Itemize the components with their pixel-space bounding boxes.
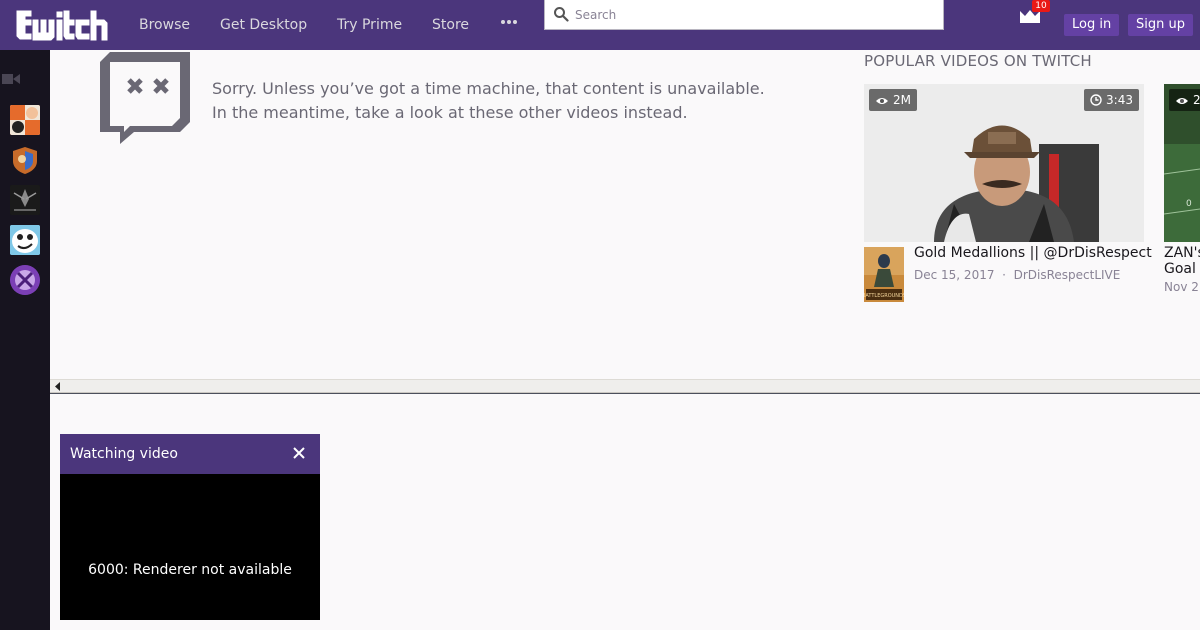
nav-browse-link[interactable]: Browse [139, 0, 190, 50]
video-title[interactable]: Gold Medallions || @DrDisRespect [914, 245, 1152, 261]
svg-text:0: 0 [1186, 199, 1192, 209]
video-channel-link[interactable]: DrDisRespectLIVE [1014, 268, 1121, 282]
left-rail [0, 50, 50, 630]
nav-try-prime-link[interactable]: Try Prime [337, 0, 402, 50]
video-meta: Dec 15, 2017 · DrDisRespectLIVE [914, 268, 1120, 282]
error-line-1: Sorry. Unless you’ve got a time machine,… [212, 79, 765, 98]
error-message: Sorry. Unless you’ve got a time machine,… [212, 77, 765, 125]
top-navigation-bar: Browse Get Desktop Try Prime Store 10 Lo… [0, 0, 1200, 50]
clock-icon [1090, 94, 1102, 106]
views-count: 2 [1193, 93, 1200, 107]
video-date: Dec 15, 2017 [914, 268, 995, 282]
video-camera-icon[interactable] [2, 72, 20, 86]
prime-notification-badge: 10 [1032, 0, 1050, 12]
video-date: Nov 2 [1164, 280, 1199, 294]
video-title[interactable]: ZAN's [1164, 245, 1200, 261]
mini-player-title: Watching video [70, 446, 178, 462]
nav-get-desktop-link[interactable]: Get Desktop [220, 0, 307, 50]
channel-avatar[interactable] [10, 185, 40, 215]
twitch-logo[interactable] [14, 7, 110, 43]
channel-avatar[interactable] [10, 225, 40, 255]
search-input[interactable] [575, 5, 935, 25]
section-divider [50, 393, 1200, 394]
video-duration: 3:43 [1106, 93, 1133, 107]
views-pill: 2 [1169, 89, 1200, 111]
glitch-error-icon [100, 52, 190, 144]
search-icon [554, 7, 569, 22]
player-error-message: 6000: Renderer not available [88, 562, 292, 578]
game-box-art[interactable]: BATTLEGROUNDS [864, 247, 904, 302]
more-dots-icon[interactable] [499, 12, 519, 32]
search-box [544, 0, 944, 30]
sign-up-button[interactable]: Sign up [1128, 14, 1193, 36]
meta-separator: · [998, 268, 1010, 282]
battlegrounds-box-art-image: BATTLEGROUNDS [864, 247, 904, 302]
error-line-2: In the meantime, take a look at these ot… [212, 103, 688, 122]
eye-icon [876, 98, 888, 104]
views-count: 2M [893, 93, 911, 107]
channel-avatar[interactable] [10, 265, 40, 295]
popular-videos-heading: POPULAR VIDEOS ON TWITCH [864, 52, 1092, 70]
nav-store-link[interactable]: Store [432, 0, 469, 50]
mini-player-header: Watching video [60, 434, 320, 474]
duration-pill: 3:43 [1084, 89, 1139, 111]
video-thumbnail[interactable]: 2M 3:43 [864, 84, 1144, 242]
log-in-button[interactable]: Log in [1064, 14, 1120, 36]
eye-icon [1176, 98, 1188, 104]
views-pill: 2M [869, 89, 917, 111]
channel-avatar[interactable] [10, 145, 40, 175]
mini-player[interactable]: Watching video 6000: Renderer not availa… [60, 434, 320, 620]
close-icon[interactable] [291, 445, 307, 461]
svg-text:BATTLEGROUNDS: BATTLEGROUNDS [864, 293, 904, 299]
video-thumbnail[interactable]: 0 2 [1164, 84, 1200, 242]
scroll-left-arrow-icon[interactable] [54, 382, 62, 391]
video-title-line-2[interactable]: Goal [1164, 261, 1196, 277]
channel-avatar[interactable] [10, 105, 40, 135]
horizontal-scrollbar[interactable] [50, 379, 1200, 393]
